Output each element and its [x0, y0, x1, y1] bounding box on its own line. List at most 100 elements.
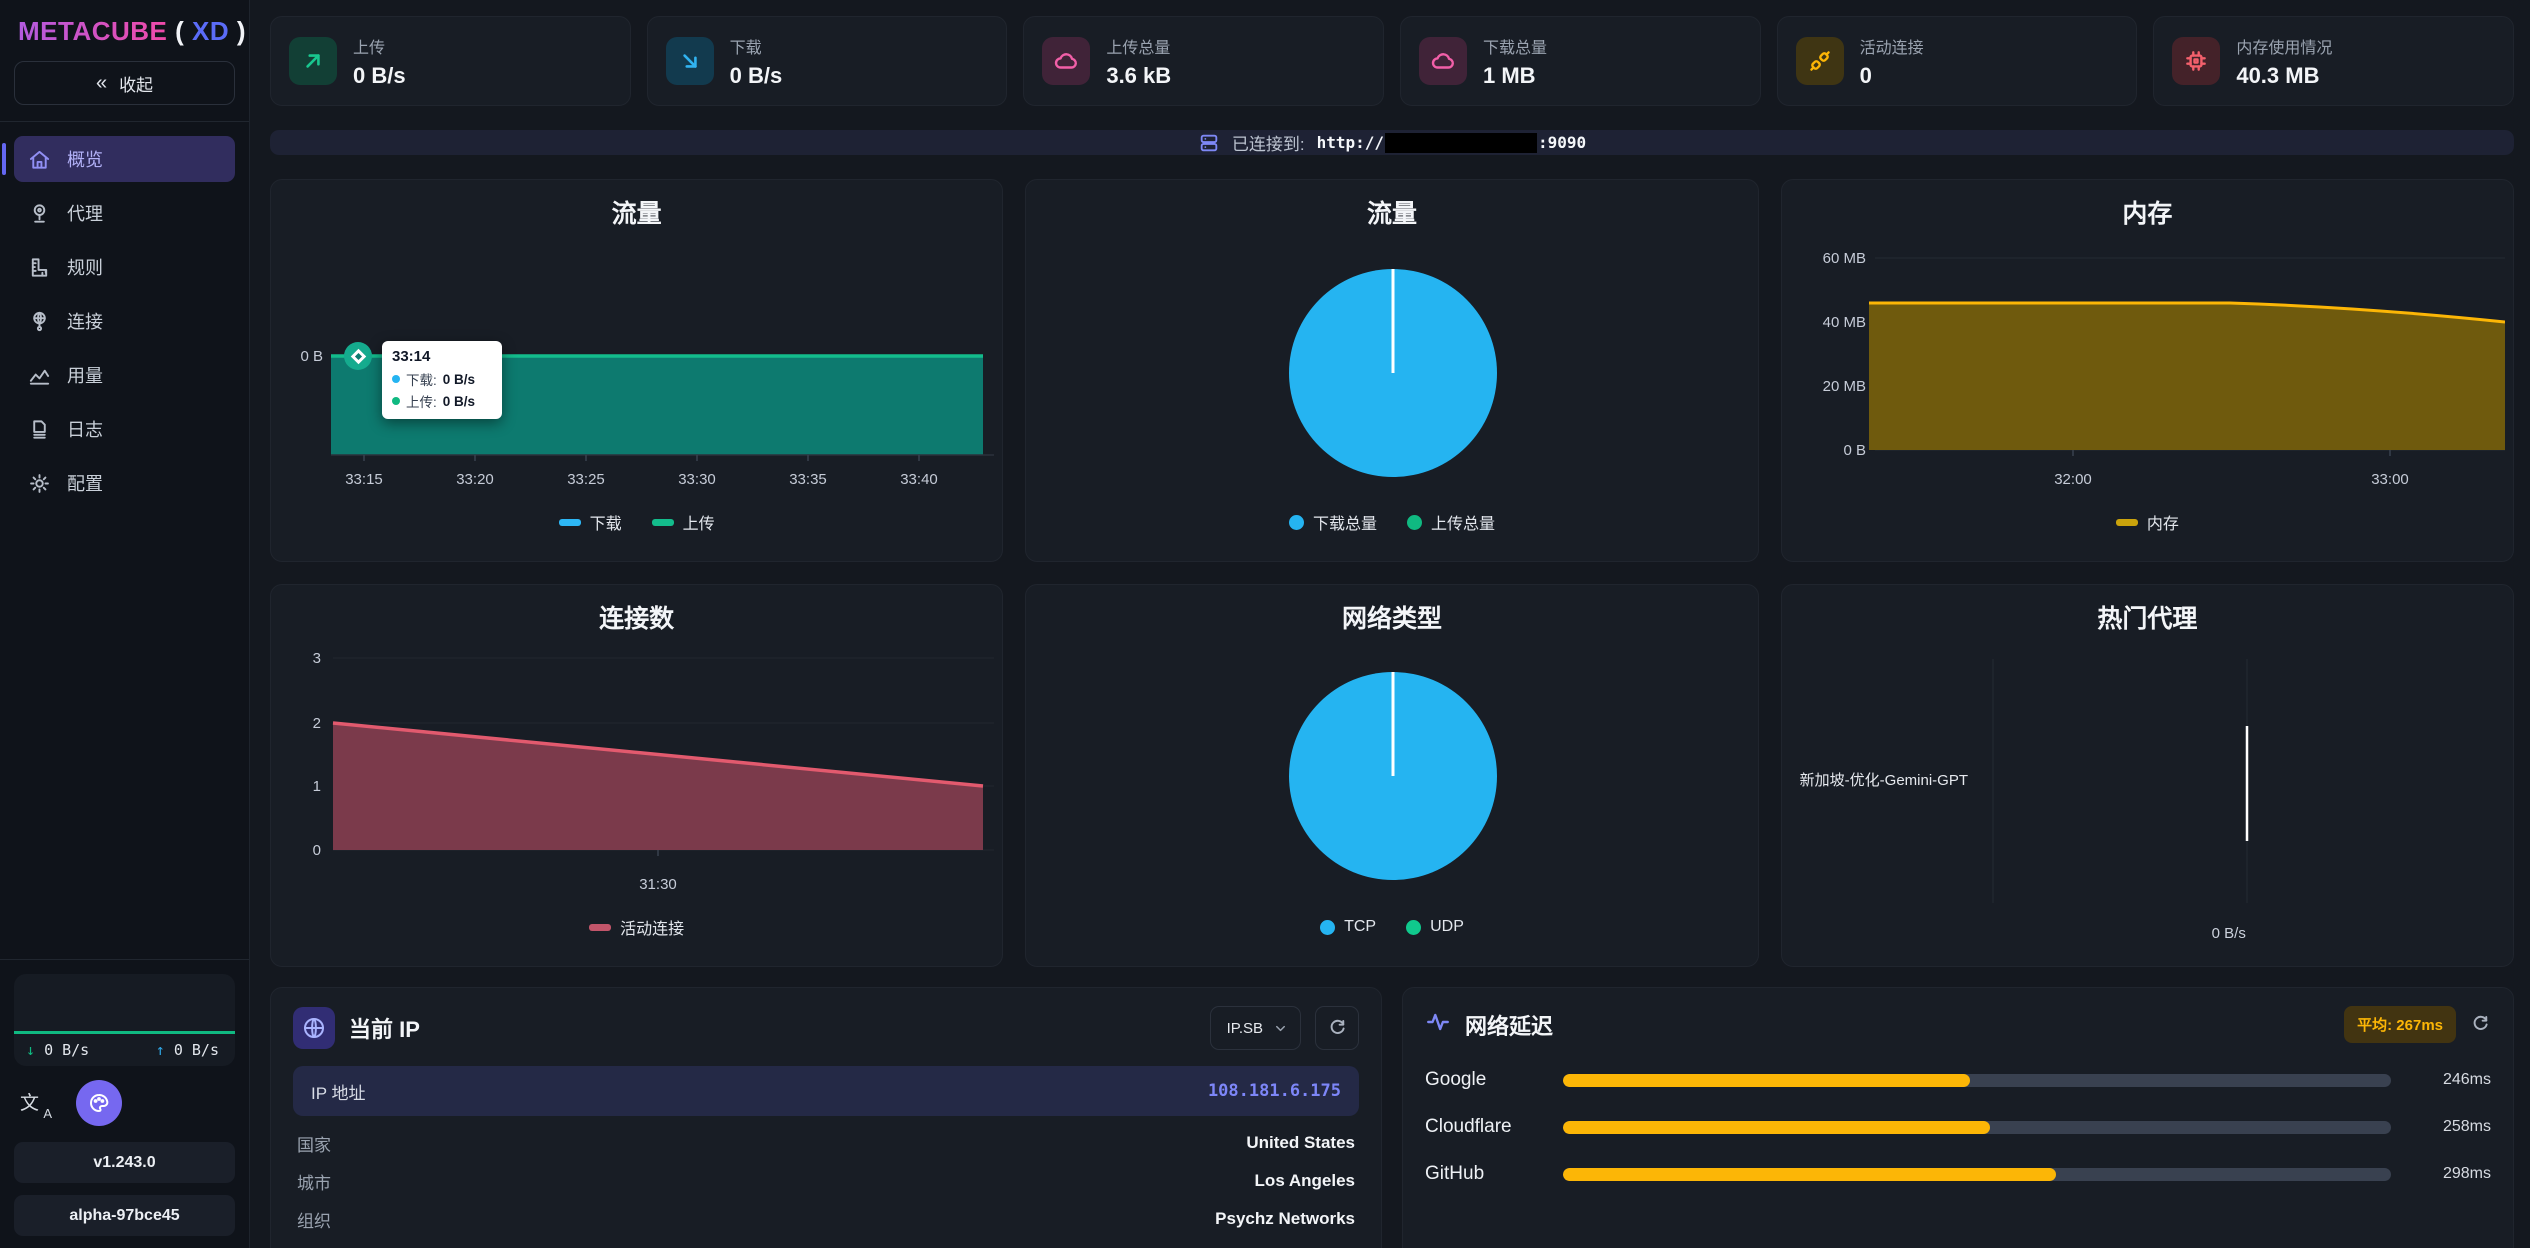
gear-icon: [28, 472, 51, 495]
chart-legend: 下载 上传: [289, 502, 984, 542]
x-tick: 32:00: [2054, 471, 2092, 488]
sidebar-upload-rate: ↑ 0 B/s: [156, 1041, 219, 1059]
pulse-icon: [1425, 1009, 1451, 1040]
ip-address-row: IP 地址 108.181.6.175: [293, 1066, 1359, 1116]
refresh-ip-button[interactable]: [1315, 1006, 1359, 1050]
refresh-latency-button[interactable]: [2470, 1014, 2491, 1035]
memory-chart[interactable]: 60 MB 40 MB 20 MB 0 B 32:00 33:00: [1800, 234, 2495, 502]
arrow-up-icon: ↑: [156, 1041, 165, 1059]
y-tick: 0 B: [300, 348, 323, 365]
refresh-icon: [2470, 1014, 2491, 1035]
ip-label: IP 地址: [311, 1079, 365, 1104]
chart-title: 流量: [289, 194, 984, 234]
palette-icon: [87, 1091, 111, 1115]
x-tick: 33:30: [678, 471, 716, 488]
connections-chart-card: 连接数 3 2 1 0 31:30 活动连接: [270, 584, 1003, 967]
chart-legend: 活动连接: [289, 907, 984, 947]
latency-bar: [1563, 1074, 2391, 1087]
arrow-up-right-icon: [289, 37, 337, 85]
bottom-panels: 当前 IP IP.SB IP 地址 108.181.6.175 国家 Unite…: [270, 987, 2514, 1248]
server-icon: [1198, 132, 1220, 154]
y-tick: 2: [313, 715, 321, 732]
chart-legend: 内存: [1800, 502, 2495, 542]
sidebar-item-logs[interactable]: 日志: [14, 406, 235, 452]
arrow-down-icon: ↓: [26, 1041, 35, 1059]
x-tick: 33:40: [900, 471, 938, 488]
legend-active-connections[interactable]: 活动连接: [589, 915, 684, 939]
y-tick: 20 MB: [1822, 378, 1865, 395]
traffic-pie-chart-card: 流量 下载总量 上传总量: [1025, 179, 1758, 562]
chevron-down-icon: [1273, 1021, 1288, 1036]
x-tick: 33:20: [456, 471, 494, 488]
connections-chart[interactable]: 3 2 1 0 31:30: [289, 639, 984, 907]
plug-connected-icon: [1796, 37, 1844, 85]
ip-detail-row-org: 组织 Psychz Networks: [293, 1200, 1359, 1238]
dashboard-build-button[interactable]: alpha-97bce45: [14, 1195, 235, 1236]
stat-card-active-connections: 活动连接 0: [1777, 16, 2138, 106]
home-icon: [28, 148, 51, 171]
ip-value: 108.181.6.175: [1208, 1081, 1341, 1101]
stat-card-upload-total: 上传总量 3.6 kB: [1023, 16, 1384, 106]
globe-icon: [293, 1007, 335, 1049]
app-logo: METACUBE ( XD ): [14, 14, 235, 47]
top-proxies-chart[interactable]: 新加坡-优化-Gemini-GPT 0 B/s: [1800, 639, 2495, 947]
theme-palette-button[interactable]: [76, 1080, 122, 1126]
chart-legend: 下载总量 上传总量: [1044, 502, 1739, 542]
upload-dot: [392, 397, 400, 405]
average-latency-badge: 平均: 267ms: [2344, 1006, 2456, 1043]
top-proxies-chart-card: 热门代理 新加坡-优化-Gemini-GPT 0 B/s: [1781, 584, 2514, 967]
language-icon[interactable]: 文A: [20, 1088, 50, 1118]
cloud-upload-icon: [1042, 37, 1090, 85]
ip-source-select[interactable]: IP.SB: [1210, 1006, 1301, 1050]
latency-bar: [1563, 1121, 2391, 1134]
y-tick: 40 MB: [1822, 314, 1865, 331]
x-tick: 33:25: [567, 471, 605, 488]
legend-upload-total[interactable]: 上传总量: [1407, 510, 1495, 534]
network-latency-panel: 网络延迟 平均: 267ms Google 246ms Cloudflare 2…: [1402, 987, 2514, 1248]
chart-title: 网络类型: [1044, 599, 1739, 639]
legend-memory[interactable]: 内存: [2116, 510, 2179, 534]
cpu-chip-icon: [2172, 37, 2220, 85]
proxy-icon: [28, 202, 51, 225]
main-content: 上传 0 B/s 下载 0 B/s 上传总量 3.6 kB 下载总量 1 MB: [250, 0, 2530, 1248]
x-tick: 33:00: [2371, 471, 2409, 488]
chart-title: 内存: [1800, 194, 2495, 234]
collapse-label: 收起: [119, 71, 153, 96]
chart-title: 连接数: [289, 599, 984, 639]
collapse-sidebar-button[interactable]: « 收起: [14, 61, 235, 105]
y-tick: 0: [313, 842, 321, 859]
network-type-pie-chart[interactable]: [1044, 639, 1739, 907]
chevrons-left-icon: «: [96, 72, 107, 95]
legend-download-total[interactable]: 下载总量: [1289, 510, 1377, 534]
stat-card-download: 下载 0 B/s: [647, 16, 1008, 106]
chart-legend: TCP UDP: [1044, 907, 1739, 947]
legend-upload[interactable]: 上传: [652, 510, 715, 534]
sidebar-item-connections[interactable]: 连接: [14, 298, 235, 344]
legend-udp[interactable]: UDP: [1406, 918, 1464, 936]
legend-tcp[interactable]: TCP: [1320, 918, 1376, 936]
network-icon: [28, 310, 51, 333]
ip-detail-row-country: 国家 United States: [293, 1124, 1359, 1162]
legend-download[interactable]: 下载: [559, 510, 622, 534]
connected-to-label: 已连接到:: [1232, 130, 1305, 155]
latency-row-cloudflare: Cloudflare 258ms: [1425, 1116, 2491, 1138]
sidebar-item-rules[interactable]: 规则: [14, 244, 235, 290]
backend-connection-bar: 已连接到: http://:9090: [270, 130, 2514, 155]
document-icon: [28, 418, 51, 441]
sidebar-item-usage[interactable]: 用量: [14, 352, 235, 398]
sidebar-item-overview[interactable]: 概览: [14, 136, 235, 182]
sidebar: METACUBE ( XD ) « 收起 概览 代理 规则 连接 用量: [0, 0, 250, 1248]
traffic-line-chart[interactable]: 0 B 33:15 33:20 33:25 33:30 33:35 33:40 …: [289, 234, 984, 502]
core-version-button[interactable]: v1.243.0: [14, 1142, 235, 1183]
stat-card-memory: 内存使用情况 40.3 MB: [2153, 16, 2514, 106]
backend-url: http://:9090: [1317, 133, 1587, 153]
hover-marker: [344, 342, 372, 370]
sidebar-item-proxies[interactable]: 代理: [14, 190, 235, 236]
divider: [0, 121, 249, 122]
x-tick: 31:30: [639, 876, 677, 893]
memory-chart-card: 内存 60 MB 40 MB 20 MB 0 B 32:00 33:00 内: [1781, 179, 2514, 562]
sidebar-item-config[interactable]: 配置: [14, 460, 235, 506]
stats-row: 上传 0 B/s 下载 0 B/s 上传总量 3.6 kB 下载总量 1 MB: [270, 16, 2514, 106]
traffic-pie-chart[interactable]: [1044, 234, 1739, 502]
chart-tooltip: 33:14 下载: 0 B/s 上传: 0 B/s: [382, 341, 502, 419]
